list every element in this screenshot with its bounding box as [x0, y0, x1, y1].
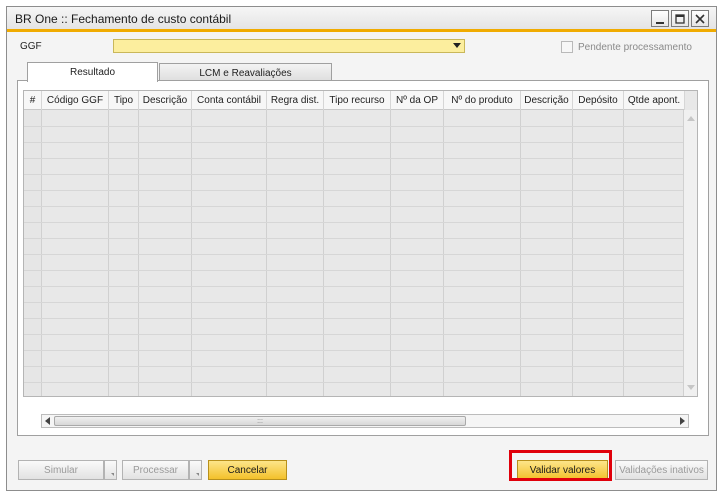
cancelar-label: Cancelar: [227, 464, 268, 476]
column-header[interactable]: Nº da OP: [391, 91, 444, 110]
maximize-icon: [675, 13, 685, 24]
close-icon: [695, 13, 705, 24]
grid-column-line: [323, 110, 324, 396]
ggf-label: GGF: [20, 41, 42, 52]
validacoes-inativos-button[interactable]: Validações inativos: [615, 460, 708, 480]
tab-resultado[interactable]: Resultado: [27, 62, 158, 82]
column-header[interactable]: Descrição: [521, 91, 573, 110]
tab-label: LCM e Reavaliações: [199, 67, 292, 79]
highlight-box: [509, 450, 612, 481]
validacoes-label: Validações inativos: [619, 464, 704, 476]
scroll-left-icon[interactable]: [45, 417, 50, 425]
main-window: BR One :: Fechamento de custo contábil G…: [6, 6, 717, 491]
vertical-scrollbar[interactable]: [683, 110, 697, 396]
grid-row-line: [24, 270, 683, 271]
grid-column-line: [266, 110, 267, 396]
column-header[interactable]: Tipo recurso: [324, 91, 391, 110]
corner-arrow-icon: [196, 473, 199, 476]
grid-row-line: [24, 238, 683, 239]
pending-label: Pendente processamento: [578, 42, 692, 53]
maximize-button[interactable]: [671, 10, 689, 27]
chevron-down-icon[interactable]: [453, 43, 461, 48]
scroll-right-icon[interactable]: [680, 417, 685, 425]
grid-column-line: [191, 110, 192, 396]
grid-row-line: [24, 158, 683, 159]
processar-options-button[interactable]: [189, 460, 202, 480]
result-panel: # Código GGF Tipo Descrição Conta contáb…: [17, 80, 709, 436]
grid-row-line: [24, 350, 683, 351]
grid-column-line: [108, 110, 109, 396]
scroll-down-icon[interactable]: [687, 385, 695, 390]
column-header[interactable]: Descrição: [139, 91, 192, 110]
column-header[interactable]: Depósito: [573, 91, 624, 110]
grid-row-line: [24, 174, 683, 175]
minimize-button[interactable]: [651, 10, 669, 27]
grid-body[interactable]: [24, 110, 685, 396]
grid-header: # Código GGF Tipo Descrição Conta contáb…: [24, 91, 685, 110]
grid-column-line: [623, 110, 624, 396]
close-button[interactable]: [691, 10, 709, 27]
grid-row-line: [24, 382, 683, 383]
processar-label: Processar: [132, 464, 178, 476]
window-title: BR One :: Fechamento de custo contábil: [15, 12, 232, 26]
grid-column-line: [443, 110, 444, 396]
processar-button[interactable]: Processar: [122, 460, 189, 480]
column-header[interactable]: #: [24, 91, 42, 110]
horizontal-scrollbar[interactable]: :::: [41, 414, 689, 428]
grid-row-line: [24, 126, 683, 127]
grid-row-line: [24, 302, 683, 303]
grid-row-line: [24, 366, 683, 367]
column-header[interactable]: Código GGF: [42, 91, 109, 110]
corner-arrow-icon: [111, 473, 114, 476]
grip-icon: :::: [257, 417, 263, 425]
simular-label: Simular: [44, 464, 78, 476]
scroll-up-icon[interactable]: [687, 116, 695, 121]
column-header[interactable]: Nº do produto: [444, 91, 521, 110]
grid-row-line: [24, 206, 683, 207]
grid-column-line: [138, 110, 139, 396]
minimize-icon: [656, 21, 664, 24]
row-number-column: [24, 110, 42, 396]
grid-column-line: [572, 110, 573, 396]
simular-options-button[interactable]: [104, 460, 117, 480]
title-bar[interactable]: BR One :: Fechamento de custo contábil: [7, 7, 716, 32]
grid-row-line: [24, 318, 683, 319]
column-header[interactable]: Tipo: [109, 91, 139, 110]
scroll-thumb[interactable]: :::: [54, 416, 466, 426]
grid-row-line: [24, 222, 683, 223]
grid-row-line: [24, 142, 683, 143]
grid-row-line: [24, 334, 683, 335]
result-grid[interactable]: # Código GGF Tipo Descrição Conta contáb…: [23, 90, 698, 397]
tab-label: Resultado: [69, 67, 116, 78]
simular-button[interactable]: Simular: [18, 460, 104, 480]
grid-row-line: [24, 254, 683, 255]
grid-column-line: [520, 110, 521, 396]
grid-row-line: [24, 286, 683, 287]
pending-checkbox[interactable]: [561, 41, 573, 53]
column-header[interactable]: Qtde apont.: [624, 91, 685, 110]
grid-column-line: [41, 110, 42, 396]
ggf-dropdown[interactable]: [113, 39, 465, 53]
column-header[interactable]: Regra dist.: [267, 91, 324, 110]
cancelar-button[interactable]: Cancelar: [208, 460, 287, 480]
grid-row-line: [24, 190, 683, 191]
column-header[interactable]: Conta contábil: [192, 91, 267, 110]
grid-column-line: [390, 110, 391, 396]
